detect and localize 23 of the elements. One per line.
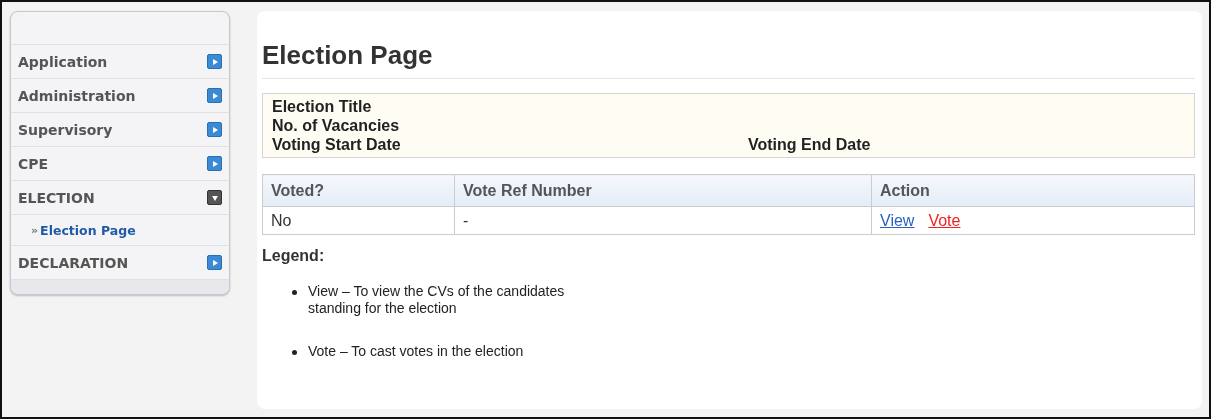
legend-text: Vote – To cast votes in the election	[308, 343, 525, 360]
field-label: No. of Vacancies	[272, 116, 401, 135]
column-header: Action	[871, 174, 1195, 207]
action-link[interactable]: View	[880, 211, 915, 229]
page-title: Election Page	[262, 11, 1195, 79]
menu-item[interactable]: Supervisory	[11, 113, 229, 147]
menu-item[interactable]: Application	[11, 45, 229, 79]
table-cell: No	[262, 206, 455, 235]
legend-title: Legend:	[262, 247, 326, 265]
action-link[interactable]: Vote	[928, 211, 961, 229]
menu-item[interactable]: Administration	[11, 79, 229, 113]
table-cell: -	[454, 206, 872, 235]
menu-item[interactable]: CPE	[11, 147, 229, 181]
submenu-item[interactable]: » Election Page	[11, 215, 229, 246]
menu-item[interactable]: ELECTION	[11, 181, 229, 215]
column-header: Voted?	[262, 174, 455, 207]
field-label: Election Title	[272, 97, 373, 116]
field-label: Voting End Date	[748, 135, 871, 154]
legend-text: View – To view the CVs of the candidates standing for the election	[308, 283, 566, 317]
bullet-icon	[292, 290, 297, 295]
bullet-icon	[292, 350, 297, 355]
column-header: Vote Ref Number	[454, 174, 872, 207]
field-label: Voting Start Date	[272, 135, 402, 154]
